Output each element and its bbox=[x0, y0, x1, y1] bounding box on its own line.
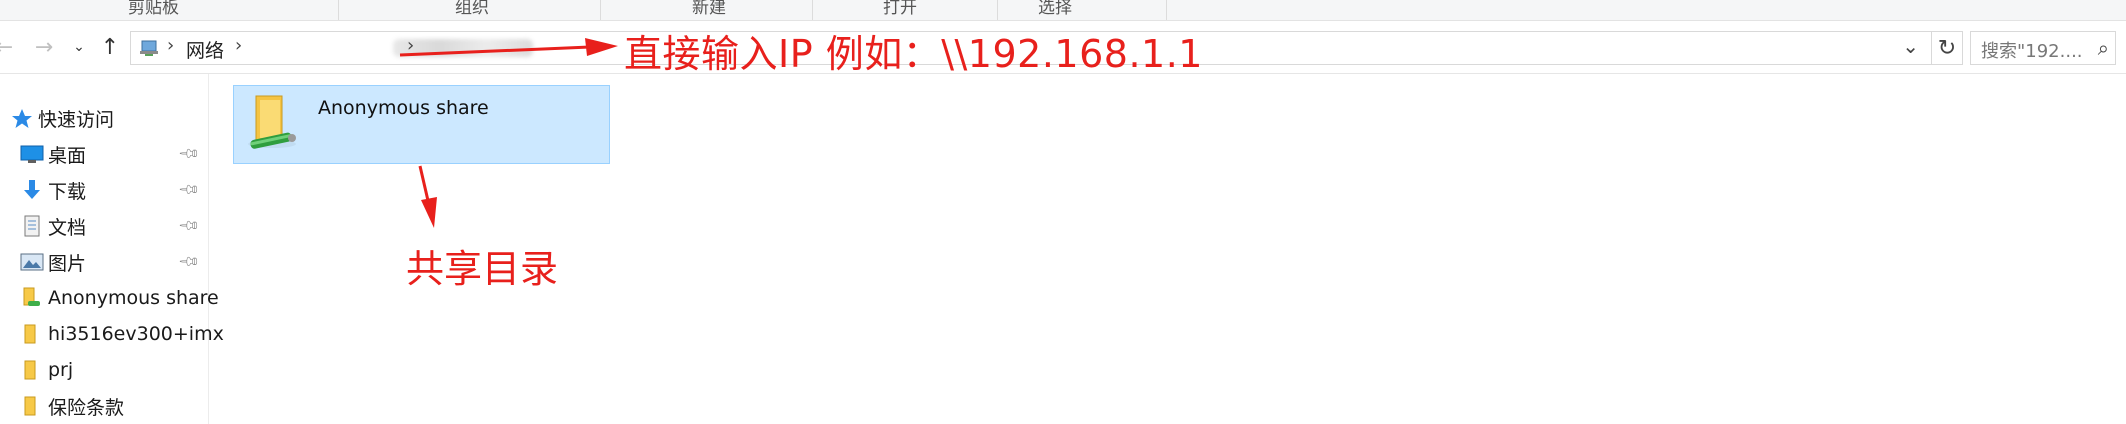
sidebar-item-anonymous-share[interactable]: Anonymous share bbox=[0, 281, 219, 315]
up-button[interactable]: ↑ bbox=[96, 31, 124, 63]
sidebar-item-quick-access[interactable]: 快速访问 bbox=[0, 101, 198, 135]
ribbon-separator bbox=[1166, 0, 1167, 20]
ribbon-separator bbox=[600, 0, 601, 20]
annotation-address-hint: 直接输入IP 例如：\\192.168.1.1 bbox=[624, 32, 1203, 76]
sidebar-item-documents[interactable]: 文档 📌︎ bbox=[0, 209, 208, 243]
document-icon bbox=[24, 215, 40, 237]
arrow-left-icon: ← bbox=[0, 34, 14, 60]
share-folder-tile[interactable]: Anonymous share bbox=[233, 85, 610, 164]
folder-icon bbox=[24, 396, 36, 416]
sidebar-item-pictures[interactable]: 图片 📌︎ bbox=[0, 245, 208, 279]
arrow-to-share-folder bbox=[418, 165, 437, 228]
search-icon[interactable]: ⌕ bbox=[2098, 36, 2109, 60]
sidebar-item-label: 桌面 bbox=[48, 144, 87, 167]
ribbon-group-clipboard: 剪贴板 bbox=[128, 0, 179, 18]
sidebar-item-folder[interactable]: hi3516ev300+imx bbox=[0, 317, 224, 351]
sidebar-item-label: 图片 bbox=[48, 252, 87, 275]
sidebar-item-folder[interactable]: prj bbox=[0, 353, 208, 387]
sidebar-item-label: 下载 bbox=[48, 180, 87, 203]
breadcrumb-chevron-icon[interactable]: › bbox=[407, 35, 414, 56]
back-button[interactable]: ← bbox=[0, 31, 18, 63]
sidebar-item-downloads[interactable]: 下载 📌︎ bbox=[0, 173, 208, 207]
pin-icon[interactable]: 📌︎ bbox=[177, 250, 201, 274]
ribbon-group-select: 选择 bbox=[1038, 0, 1072, 18]
folder-icon bbox=[24, 360, 36, 380]
pin-icon[interactable]: 📌︎ bbox=[177, 142, 201, 166]
ribbon-group-organize: 组织 bbox=[455, 0, 489, 18]
desktop-icon bbox=[20, 145, 44, 163]
network-share-folder-icon bbox=[248, 95, 296, 149]
ribbon-group-new: 新建 bbox=[692, 0, 726, 18]
ribbon-separator bbox=[812, 0, 813, 20]
annotation-share-hint: 共享目录 bbox=[406, 247, 559, 291]
recent-locations-button[interactable]: ⌄ bbox=[65, 31, 93, 63]
download-icon bbox=[24, 180, 40, 199]
chevron-down-icon: ⌄ bbox=[73, 39, 85, 55]
sidebar-item-label: prj bbox=[48, 359, 74, 381]
ribbon-group-labels: 剪贴板 组织 新建 打开 选择 bbox=[0, 0, 2126, 21]
pin-icon[interactable]: 📌︎ bbox=[177, 178, 201, 202]
arrow-right-icon: → bbox=[34, 34, 54, 60]
sidebar-item-label: 保险条款 bbox=[48, 396, 125, 419]
pictures-icon bbox=[20, 253, 44, 271]
arrow-up-icon: ↑ bbox=[100, 34, 120, 60]
search-input[interactable]: 搜索"192.... bbox=[1981, 37, 2083, 63]
sidebar-item-folder[interactable]: 保险条款 bbox=[0, 389, 208, 423]
sidebar-item-desktop[interactable]: 桌面 📌︎ bbox=[0, 137, 208, 171]
sidebar-item-label: Anonymous share bbox=[48, 287, 219, 309]
star-icon bbox=[12, 109, 32, 128]
sidebar-item-label: 快速访问 bbox=[38, 108, 115, 131]
breadcrumb-network[interactable]: 网络 bbox=[186, 36, 224, 63]
folder-icon bbox=[24, 324, 36, 344]
sidebar-item-label: hi3516ev300+imx bbox=[48, 323, 224, 345]
breadcrumb-chevron-icon[interactable]: › bbox=[235, 35, 242, 56]
ribbon-separator bbox=[338, 0, 339, 20]
shared-folder-icon bbox=[23, 287, 40, 306]
address-dropdown-icon[interactable]: ⌄ bbox=[1902, 34, 1919, 58]
item-label: Anonymous share bbox=[318, 97, 489, 119]
search-box[interactable]: 搜索"192.... ⌕ bbox=[1970, 31, 2116, 65]
forward-button[interactable]: → bbox=[30, 31, 58, 63]
navigation-pane: 快速访问 桌面 📌︎ 下载 📌︎ 文档 📌︎ 图片 � bbox=[0, 74, 224, 424]
refresh-icon: ↻ bbox=[1937, 35, 1957, 61]
pin-icon[interactable]: 📌︎ bbox=[177, 214, 201, 238]
refresh-button[interactable]: ↻ bbox=[1932, 31, 1963, 65]
ribbon-separator bbox=[997, 0, 998, 20]
breadcrumb-chevron-icon[interactable]: › bbox=[167, 35, 174, 56]
sidebar-item-label: 文档 bbox=[48, 216, 87, 239]
ribbon-group-open: 打开 bbox=[883, 0, 917, 18]
network-computer-icon bbox=[140, 40, 158, 56]
